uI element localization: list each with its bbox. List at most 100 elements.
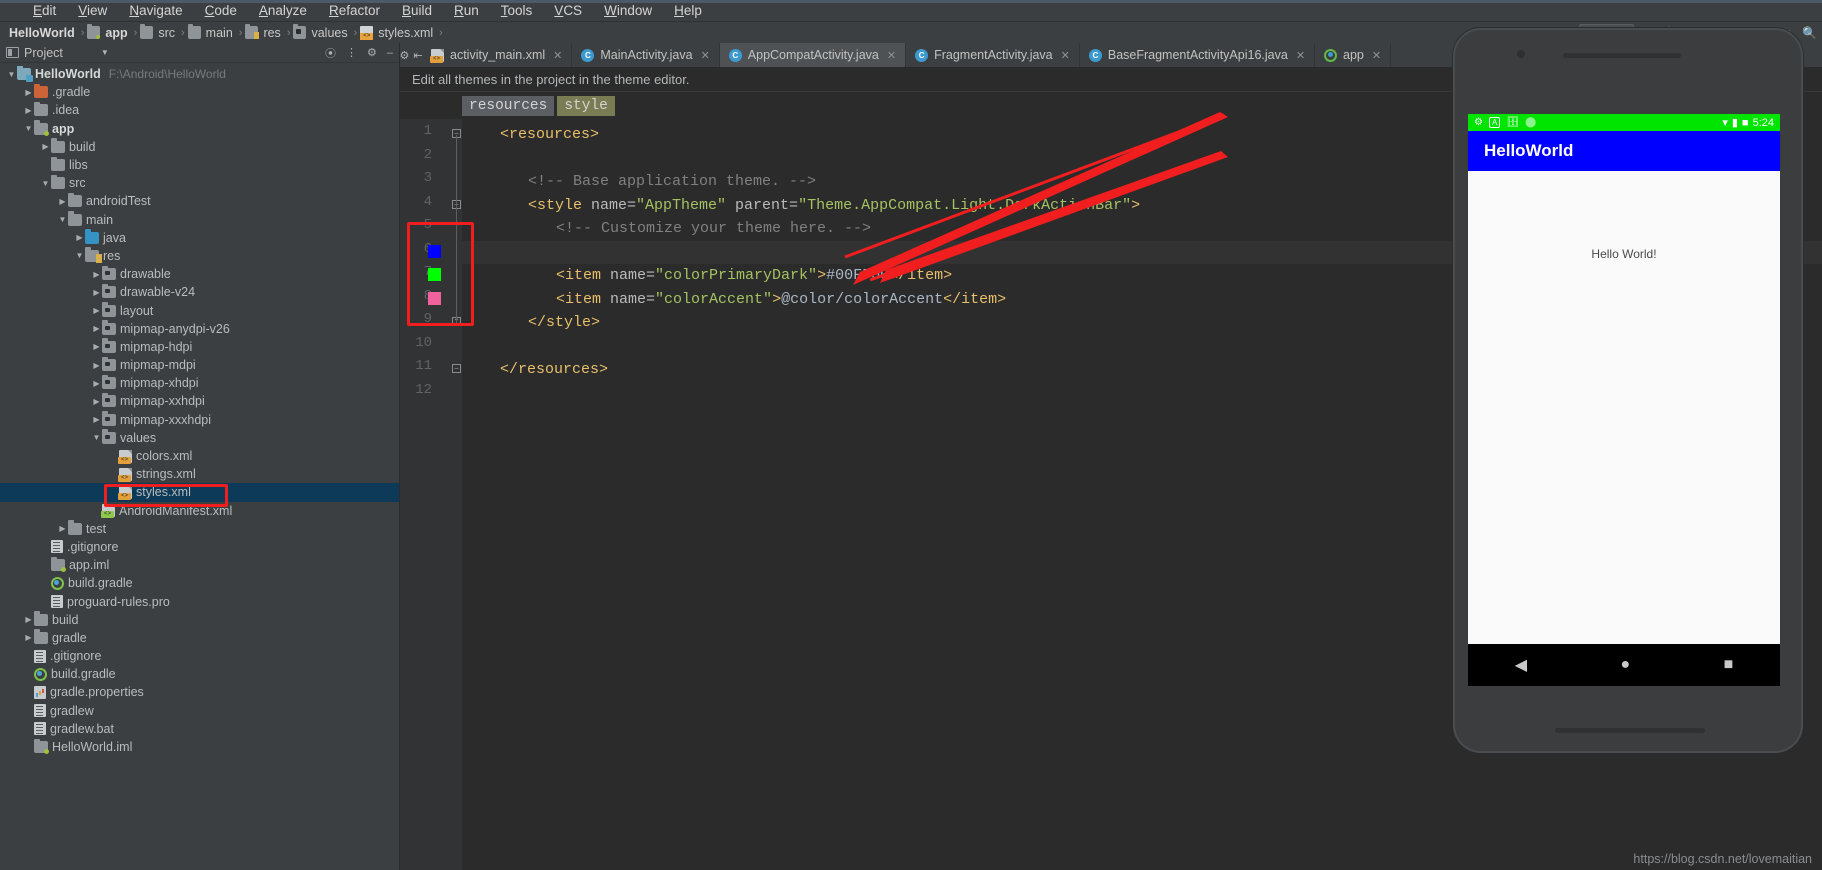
tree-item-test[interactable]: ▶ test xyxy=(0,520,399,538)
tree-item-build-gradle[interactable]: ▶build.gradle xyxy=(0,665,399,683)
menu-item-tools[interactable]: Tools xyxy=(490,3,544,18)
structure-crumb-resources[interactable]: resources xyxy=(462,95,555,116)
tree-expander[interactable]: ▶ xyxy=(23,633,34,642)
close-icon[interactable]: ✕ xyxy=(887,49,896,62)
tree-expander[interactable]: ▶ xyxy=(57,524,68,533)
tree-item-mipmap-hdpi[interactable]: ▶ mipmap-hdpi xyxy=(0,338,399,356)
tree-item-gradle-properties[interactable]: ▶gradle.properties xyxy=(0,683,399,701)
tree-item-mipmap-mdpi[interactable]: ▶ mipmap-mdpi xyxy=(0,356,399,374)
tree-expander[interactable]: ▼ xyxy=(23,124,34,133)
tree-item-styles-xml[interactable]: ▶styles.xml xyxy=(0,483,399,502)
tree-item-HelloWorld-iml[interactable]: ▶HelloWorld.iml xyxy=(0,738,399,756)
close-icon[interactable]: ✕ xyxy=(1372,49,1381,62)
close-icon[interactable]: ✕ xyxy=(701,49,710,62)
tree-expander[interactable]: ▼ xyxy=(91,433,102,442)
tree-item--idea[interactable]: ▶ .idea xyxy=(0,101,399,119)
gear-icon[interactable]: ⚙ xyxy=(399,49,409,62)
tree-item-mipmap-xxxhdpi[interactable]: ▶ mipmap-xxxhdpi xyxy=(0,411,399,429)
menu-item-navigate[interactable]: Navigate xyxy=(118,3,193,18)
tree-item-layout[interactable]: ▶ layout xyxy=(0,301,399,319)
collapse-all-icon[interactable]: ⋮ xyxy=(346,46,357,59)
locate-icon[interactable]: ⦿ xyxy=(325,45,336,61)
close-icon[interactable]: ✕ xyxy=(553,49,562,62)
tree-expander[interactable]: ▶ xyxy=(57,197,68,206)
nav-back-button[interactable]: ◀ xyxy=(1515,655,1527,675)
tree-item-strings-xml[interactable]: ▶strings.xml xyxy=(0,465,399,483)
editor-tab-BaseFragmentActivityApi16-java[interactable]: C BaseFragmentActivityApi16.java ✕ xyxy=(1080,43,1316,67)
nav-recents-button[interactable]: ■ xyxy=(1724,656,1734,674)
tree-item-gradle[interactable]: ▶ gradle xyxy=(0,629,399,647)
close-icon[interactable]: ✕ xyxy=(1296,49,1305,62)
breadcrumb-item-styles-xml[interactable]: styles.xml xyxy=(360,26,436,40)
tree-item-res[interactable]: ▼ res xyxy=(0,247,399,265)
tree-item-AndroidManifest-xml[interactable]: ▶AndroidManifest.xml xyxy=(0,502,399,520)
tree-item-src[interactable]: ▼ src xyxy=(0,174,399,192)
project-tree[interactable]: ▼ HelloWorld F:\Android\HelloWorld ▶ .gradle… xyxy=(0,63,399,870)
close-icon[interactable]: ✕ xyxy=(1061,49,1070,62)
hide-icon[interactable]: – xyxy=(387,47,393,59)
tree-item-androidTest[interactable]: ▶ androidTest xyxy=(0,192,399,210)
tree-item-values[interactable]: ▼ values xyxy=(0,429,399,447)
chevron-down-icon[interactable]: ▼ xyxy=(101,48,109,57)
settings-icon[interactable]: ⚙ xyxy=(367,46,377,59)
tree-expander[interactable]: ▶ xyxy=(91,397,102,406)
android-nav-bar[interactable]: ◀ ● ■ xyxy=(1468,644,1780,686)
tree-item-HelloWorld[interactable]: ▼ HelloWorld F:\Android\HelloWorld xyxy=(0,65,399,83)
tree-item-mipmap-xxhdpi[interactable]: ▶ mipmap-xxhdpi xyxy=(0,392,399,410)
tree-item-drawable[interactable]: ▶ drawable xyxy=(0,265,399,283)
tree-expander[interactable]: ▶ xyxy=(91,379,102,388)
fold-marker-line-11[interactable]: − xyxy=(452,364,461,373)
color-swatch-line-6[interactable] xyxy=(428,244,441,258)
menu-item-run[interactable]: Run xyxy=(443,3,490,18)
menu-item-view[interactable]: View xyxy=(67,3,118,18)
tree-item-mipmap-xhdpi[interactable]: ▶ mipmap-xhdpi xyxy=(0,374,399,392)
emulator-window[interactable]: ⚙ A 🗄 ⬤ ▾ ▮ ■ 5:24 HelloWorld Hello Worl… xyxy=(1452,28,1822,768)
tree-item-proguard-rules-pro[interactable]: ▶proguard-rules.pro xyxy=(0,592,399,610)
breadcrumb-item-main[interactable]: main xyxy=(187,24,236,40)
breadcrumb-item-res[interactable]: res xyxy=(245,24,283,40)
editor-tab-app[interactable]: app ✕ xyxy=(1315,43,1392,67)
tree-expander[interactable]: ▶ xyxy=(91,415,102,424)
tree-item-app-iml[interactable]: ▶app.iml xyxy=(0,556,399,574)
tree-item-main[interactable]: ▼ main xyxy=(0,211,399,229)
editor-gutter[interactable]: 123456789101112−−⌃− xyxy=(400,119,462,870)
tree-item--gitignore[interactable]: ▶.gitignore xyxy=(0,538,399,556)
breadcrumb-item-src[interactable]: src xyxy=(140,24,178,40)
breadcrumb-item-values[interactable]: values xyxy=(293,24,350,40)
tree-expander[interactable]: ▶ xyxy=(40,142,51,151)
tree-item-build[interactable]: ▶ build xyxy=(0,138,399,156)
editor-tab-activity_main-xml[interactable]: activity_main.xml ✕ xyxy=(422,43,573,67)
tree-expander[interactable]: ▶ xyxy=(91,270,102,279)
tree-expander[interactable]: ▶ xyxy=(91,306,102,315)
tree-item-java[interactable]: ▶ java xyxy=(0,229,399,247)
tree-expander[interactable]: ▶ xyxy=(91,288,102,297)
color-swatch-line-7[interactable] xyxy=(428,268,441,281)
tree-item--gradle[interactable]: ▶ .gradle xyxy=(0,83,399,101)
editor-tab-AppCompatActivity-java[interactable]: C AppCompatActivity.java ✕ xyxy=(719,43,907,67)
tree-expander[interactable]: ▶ xyxy=(91,361,102,370)
tree-expander[interactable]: ▶ xyxy=(91,324,102,333)
tree-expander[interactable]: ▶ xyxy=(23,615,34,624)
menu-item-help[interactable]: Help xyxy=(663,3,713,18)
menu-item-code[interactable]: Code xyxy=(194,3,248,18)
breadcrumb-item-app[interactable]: app xyxy=(87,24,130,40)
tree-item-gradlew-bat[interactable]: ▶gradlew.bat xyxy=(0,720,399,738)
tree-item--gitignore[interactable]: ▶.gitignore xyxy=(0,647,399,665)
menu-item-vcs[interactable]: VCS xyxy=(543,3,593,18)
tree-item-colors-xml[interactable]: ▶colors.xml xyxy=(0,447,399,465)
tree-expander[interactable]: ▶ xyxy=(23,88,34,97)
tree-expander[interactable]: ▶ xyxy=(23,106,34,115)
tree-expander[interactable]: ▼ xyxy=(6,70,17,79)
tree-item-drawable-v24[interactable]: ▶ drawable-v24 xyxy=(0,283,399,301)
tree-item-mipmap-anydpi-v26[interactable]: ▶ mipmap-anydpi-v26 xyxy=(0,320,399,338)
menu-item-window[interactable]: Window xyxy=(593,3,663,18)
device-screen[interactable]: ⚙ A 🗄 ⬤ ▾ ▮ ■ 5:24 HelloWorld Hello Worl… xyxy=(1468,114,1780,644)
tree-item-build[interactable]: ▶ build xyxy=(0,611,399,629)
menu-item-analyze[interactable]: Analyze xyxy=(248,3,318,18)
structure-crumb-style[interactable]: style xyxy=(557,95,615,116)
menu-item-edit[interactable]: Edit xyxy=(22,3,67,18)
nav-home-button[interactable]: ● xyxy=(1620,656,1630,674)
tree-expander[interactable]: ▼ xyxy=(57,215,68,224)
menu-item-refactor[interactable]: Refactor xyxy=(318,3,391,18)
editor-tab-FragmentActivity-java[interactable]: C FragmentActivity.java ✕ xyxy=(906,43,1080,67)
